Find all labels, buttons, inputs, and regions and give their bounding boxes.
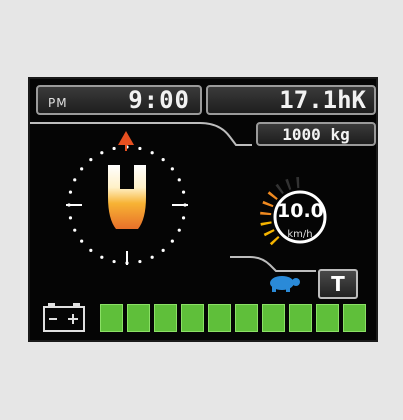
divider-line-top bbox=[30, 122, 252, 146]
display-screen: PM 9:00 17.1hK 1000 kg 10.0 km/h T bbox=[28, 77, 378, 342]
dial-dot bbox=[73, 228, 77, 232]
direction-arrow-icon bbox=[118, 131, 134, 145]
dial-dot bbox=[161, 158, 165, 162]
fork-icon bbox=[108, 165, 146, 229]
speed-gauge-segment bbox=[260, 221, 272, 226]
dial-dot bbox=[138, 259, 142, 264]
speed-value: 10.0 bbox=[277, 200, 324, 222]
dial-dot bbox=[138, 146, 142, 151]
speed-gauge-segment bbox=[296, 177, 300, 189]
battery-icon bbox=[43, 303, 85, 332]
battery-segment bbox=[181, 304, 204, 332]
dial-dot bbox=[112, 146, 116, 151]
dial-dot bbox=[177, 178, 181, 182]
dial-dot bbox=[68, 190, 73, 194]
turtle-icon bbox=[270, 276, 300, 292]
battery-segment bbox=[154, 304, 177, 332]
divider-line-bottom bbox=[230, 256, 316, 272]
battery-segment bbox=[208, 304, 231, 332]
device-frame: PM 9:00 17.1hK 1000 kg 10.0 km/h T bbox=[0, 0, 403, 420]
dial-dot bbox=[73, 178, 77, 182]
dial-dot bbox=[100, 151, 104, 155]
mode-label: T bbox=[331, 272, 345, 296]
battery-segment bbox=[262, 304, 285, 332]
dial-dot bbox=[89, 248, 93, 252]
battery-segment bbox=[100, 304, 123, 332]
dial-dot bbox=[177, 228, 181, 232]
speed-unit: km/h bbox=[287, 229, 313, 240]
mode-t-button[interactable]: T bbox=[318, 269, 358, 299]
dial-dot bbox=[68, 216, 73, 220]
speed-gauge-segment bbox=[260, 211, 272, 216]
battery-segment bbox=[235, 304, 258, 332]
dial-dot bbox=[181, 190, 186, 194]
dial-dot bbox=[150, 151, 154, 155]
dial-dot bbox=[170, 167, 174, 171]
battery-segment bbox=[127, 304, 150, 332]
battery-level-bar bbox=[100, 304, 366, 332]
dial-dot bbox=[100, 255, 104, 259]
dial-dot bbox=[89, 158, 93, 162]
battery-segment bbox=[343, 304, 366, 332]
battery-segment bbox=[289, 304, 312, 332]
battery-segment bbox=[316, 304, 339, 332]
speed-gauge-segment bbox=[275, 183, 284, 195]
dial-dot bbox=[112, 259, 116, 264]
dial-dot bbox=[80, 167, 84, 171]
speed-gauge-segment bbox=[267, 191, 278, 200]
dial-dot bbox=[181, 216, 186, 220]
speed-gauge-segment bbox=[263, 229, 275, 237]
speed-gauge-segment bbox=[262, 200, 274, 208]
dial-dot bbox=[170, 239, 174, 243]
speed-gauge-segment bbox=[285, 178, 292, 191]
dial-dot bbox=[80, 239, 84, 243]
dial-dot bbox=[150, 255, 154, 259]
dial-dot bbox=[161, 248, 165, 252]
